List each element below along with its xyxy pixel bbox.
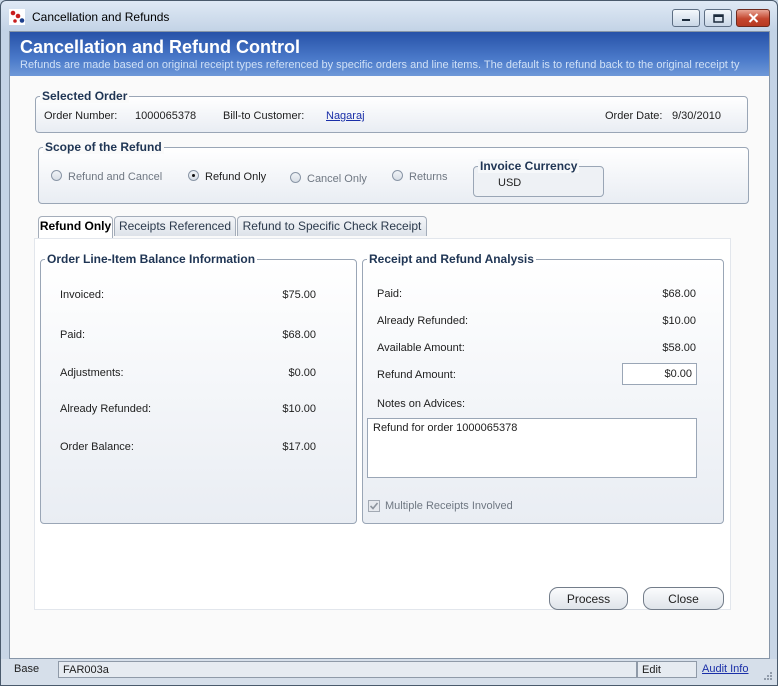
minimize-icon [682,19,690,21]
app-icon [9,9,25,25]
resize-grip-icon[interactable] [763,671,773,681]
already-refunded-label: Already Refunded: [60,403,152,415]
page-title: Cancellation and Refund Control [20,37,301,57]
invoice-currency-value: USD [498,177,522,189]
notes-text: Refund for order 1000065378 [373,422,518,434]
paid-label: Paid: [60,329,86,341]
tab-refund-to-specific-check-receipt[interactable]: Refund to Specific Check Receipt [237,216,427,236]
order-date-value: 9/30/2010 [672,110,721,122]
radio-label-refund-and-cancel[interactable]: Refund and Cancel [68,171,162,183]
content-area: Selected Order Order Number: 1000065378 … [10,76,769,658]
selected-order-legend: Selected Order [40,89,130,103]
window: Cancellation and Refunds Cancellation an… [0,0,778,686]
line-item-balance-legend: Order Line-Item Balance Information [45,252,258,266]
receipt-refund-analysis-legend: Receipt and Refund Analysis [367,252,536,266]
invoiced-label: Invoiced: [60,289,105,301]
tab-receipts-referenced[interactable]: Receipts Referenced [114,216,236,236]
radio-cancel-only[interactable] [290,172,301,183]
notes-label: Notes on Advices: [377,398,466,410]
scope-group: Scope of the Refund Refund and Cancel Re… [38,140,749,204]
refund-amount-value: $0.00 [664,368,692,380]
analysis-paid-value: $68.00 [662,288,696,300]
minimize-button[interactable] [672,9,700,27]
radio-label-returns[interactable]: Returns [409,171,448,183]
scope-legend: Scope of the Refund [43,140,164,154]
analysis-already-refunded-label: Already Refunded: [377,315,469,327]
adjustments-label: Adjustments: [60,367,124,379]
status-mode: Base [14,663,40,675]
multiple-receipts-label: Multiple Receipts Involved [385,500,513,512]
header-banner: Cancellation and Refund Control Refunds … [10,32,769,76]
page-subtitle: Refunds are made based on original recei… [20,59,740,71]
receipt-refund-analysis-group: Receipt and Refund Analysis Paid: $68.00… [362,252,724,524]
status-bar: Base FAR003a Edit Audit Info [1,659,777,685]
checkmark-icon [369,502,379,510]
multiple-receipts-checkbox[interactable] [368,500,380,512]
invoiced-value: $75.00 [282,289,316,301]
title-bar[interactable]: Cancellation and Refunds [1,1,777,31]
available-amount-label: Available Amount: [377,342,465,354]
process-button[interactable]: Process [549,587,628,610]
radio-refund-and-cancel[interactable] [51,170,62,181]
close-icon [748,13,758,23]
close-button[interactable]: Close [643,587,724,610]
order-number-label: Order Number: [44,110,118,122]
window-title: Cancellation and Refunds [32,10,170,24]
notes-textarea[interactable]: Refund for order 1000065378 [367,418,697,478]
adjustments-value: $0.00 [288,367,316,379]
analysis-already-refunded-value: $10.00 [662,315,696,327]
radio-label-refund-only[interactable]: Refund Only [205,171,266,183]
close-window-button[interactable] [736,9,770,27]
tab-refund-only[interactable]: Refund Only [38,216,113,238]
order-balance-label: Order Balance: [60,441,134,453]
radio-returns[interactable] [392,170,403,181]
status-form-id: FAR003a [58,661,637,678]
line-item-balance-group: Order Line-Item Balance Information Invo… [40,252,357,524]
analysis-paid-label: Paid: [377,288,403,300]
radio-refund-only[interactable] [188,170,199,181]
refund-amount-field[interactable]: $0.00 [622,363,697,385]
maximize-button[interactable] [704,9,732,27]
radio-label-cancel-only[interactable]: Cancel Only [307,173,367,185]
already-refunded-value: $10.00 [282,403,316,415]
order-number-value: 1000065378 [135,110,197,122]
client-area: Cancellation and Refund Control Refunds … [9,31,770,659]
tab-panel-refund-only: Order Line-Item Balance Information Invo… [34,238,731,610]
invoice-currency-group: Invoice Currency USD [473,159,604,197]
audit-info-link[interactable]: Audit Info [702,663,748,675]
bill-to-customer-label: Bill-to Customer: [223,110,305,122]
maximize-icon [712,13,724,23]
order-balance-value: $17.00 [282,441,316,453]
refund-amount-label: Refund Amount: [377,369,456,381]
selected-order-group: Selected Order Order Number: 1000065378 … [35,89,748,133]
status-state: Edit [637,661,697,678]
available-amount-value: $58.00 [662,342,696,354]
invoice-currency-legend: Invoice Currency [478,159,580,173]
bill-to-customer-link[interactable]: Nagaraj [326,110,365,122]
order-date-label: Order Date: [605,110,663,122]
paid-value: $68.00 [282,329,316,341]
